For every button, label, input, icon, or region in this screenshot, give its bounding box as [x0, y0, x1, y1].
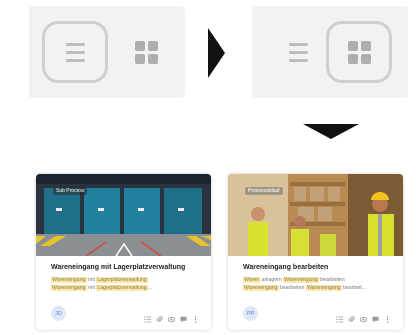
list-view-button[interactable] [278, 32, 318, 72]
more-vertical-icon[interactable] [384, 310, 391, 323]
card-description: Waren anlagern Wareneingang bearbeiten Wa… [243, 276, 393, 292]
card-actions [144, 310, 199, 323]
card-thumbnail-warehouse-doors: Sub Process [36, 174, 211, 256]
card-description: Wareneingang mit Lagerplatzverwaltung War… [51, 276, 201, 292]
search-highlight: Lagerplatzverwaltung [96, 277, 148, 283]
list-icon [288, 42, 308, 62]
checklist-icon[interactable] [336, 310, 343, 323]
search-highlight: Lagerplatzverwaltung [96, 285, 148, 291]
paperclip-icon[interactable] [348, 310, 355, 323]
more-vertical-icon[interactable] [192, 310, 199, 323]
card-description-line: Wareneingang bearbeiten Wareneingang bea… [243, 284, 393, 292]
description-text: ... [147, 285, 153, 291]
search-highlight: Wareneingang [243, 285, 279, 291]
description-text: anlagern [260, 277, 284, 283]
arrow-right-icon [208, 28, 225, 78]
eye-icon[interactable] [167, 310, 176, 323]
comment-icon[interactable] [372, 310, 379, 323]
search-highlight: Wareneingang [305, 285, 342, 291]
description-text: bearbeiten [318, 277, 345, 283]
comment-icon[interactable] [180, 310, 187, 323]
list-view-button[interactable] [42, 21, 108, 83]
paperclip-icon[interactable] [156, 310, 163, 323]
grid-icon [134, 40, 158, 64]
description-text: mit [86, 285, 97, 291]
process-card[interactable]: Sub Process Wareneingang mit Lagerplatzv… [36, 174, 211, 330]
list-icon [65, 42, 85, 62]
description-text: bearbeiten [278, 285, 306, 291]
view-toggle-before [29, 6, 185, 98]
arrow-down-icon [303, 124, 359, 139]
grid-view-button[interactable] [326, 21, 392, 83]
card-badge: Prozessablauf [245, 187, 283, 195]
card-title: Wareneingang mit Lagerplatzverwaltung [51, 264, 186, 271]
card-title: Wareneingang bearbeiten [243, 264, 329, 271]
card-badge: Sub Process [53, 187, 88, 195]
search-highlight: Wareneingang [283, 277, 319, 283]
description-text: bearbeit... [341, 285, 367, 291]
eye-icon[interactable] [359, 310, 368, 323]
search-highlight: Wareneingang [51, 285, 87, 291]
checklist-icon[interactable] [144, 310, 151, 323]
search-highlight: Wareneingang [51, 277, 87, 283]
card-thumbnail-warehouse-workers: Prozessablauf [228, 174, 403, 256]
grid-icon [347, 40, 371, 64]
grid-view-button[interactable] [126, 32, 166, 72]
card-actions [336, 310, 391, 323]
card-description-line: Waren anlagern Wareneingang bearbeiten [243, 276, 393, 284]
avatar[interactable]: JD [51, 306, 66, 321]
search-highlight: Waren [243, 277, 261, 283]
avatar[interactable]: PP [243, 306, 258, 321]
card-description-line: Wareneingang mit Lagerplatzverwaltung [51, 276, 201, 284]
card-description-line: Wareneingang mit Lagerplatzverwaltung... [51, 284, 201, 292]
description-text: mit [86, 277, 97, 283]
process-card[interactable]: Prozessablauf Wareneingang bearbeiten Wa… [228, 174, 403, 330]
view-toggle-after [252, 6, 408, 98]
